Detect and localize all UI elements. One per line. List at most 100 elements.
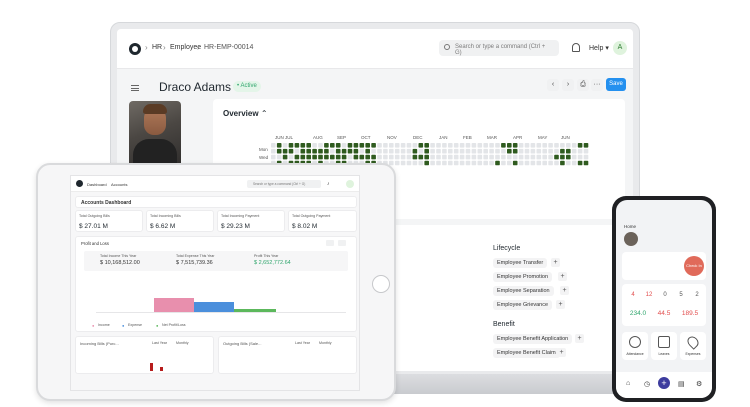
heatmap-cell[interactable]	[389, 143, 394, 148]
heatmap-cell[interactable]	[566, 148, 571, 154]
heatmap-cell[interactable]	[430, 160, 435, 166]
heatmap-cell[interactable]	[300, 143, 306, 148]
help-menu[interactable]: Help ▾	[589, 44, 609, 52]
heatmap-cell[interactable]	[542, 160, 547, 166]
checkin-button[interactable]: Check In	[684, 256, 704, 276]
heatmap-cell[interactable]	[377, 154, 382, 160]
add-action-button[interactable]: +	[658, 377, 670, 389]
heatmap-cell[interactable]	[548, 160, 553, 166]
notification-bell-icon[interactable]: ♪	[327, 181, 330, 187]
heatmap-cell[interactable]	[400, 148, 406, 154]
heatmap-cell[interactable]	[571, 143, 577, 148]
heatmap-cell[interactable]	[536, 154, 542, 160]
heatmap-cell[interactable]	[459, 143, 465, 148]
heatmap-cell[interactable]	[571, 160, 577, 166]
heatmap-cell[interactable]	[530, 160, 536, 166]
heatmap-cell[interactable]	[418, 160, 424, 166]
breadcrumb-hr[interactable]: HR	[152, 44, 162, 51]
heatmap-cell[interactable]	[436, 143, 441, 148]
heatmap-cell[interactable]	[383, 143, 388, 148]
heatmap-cell[interactable]	[518, 143, 524, 148]
heatmap-cell[interactable]	[312, 143, 317, 148]
more-icon[interactable]	[338, 240, 346, 246]
heatmap-cell[interactable]	[389, 148, 394, 154]
employee-photo[interactable]	[129, 101, 181, 167]
heatmap-cell[interactable]	[501, 148, 506, 154]
heatmap-cell[interactable]	[365, 143, 370, 148]
heatmap-cell[interactable]	[465, 154, 471, 160]
heatmap-cell[interactable]	[524, 154, 530, 160]
heatmap-cell[interactable]	[560, 143, 565, 148]
heatmap-cell[interactable]	[507, 143, 512, 148]
bill-bar[interactable]	[160, 367, 163, 371]
heatmap-cell[interactable]	[566, 154, 571, 160]
heatmap-cell[interactable]	[389, 154, 394, 160]
heatmap-cell[interactable]	[548, 143, 553, 148]
heatmap-cell[interactable]	[347, 143, 353, 148]
heatmap-cell[interactable]	[489, 154, 494, 160]
heatmap-cell[interactable]	[412, 160, 418, 166]
heatmap-cell[interactable]	[453, 160, 459, 166]
heatmap-cell[interactable]	[430, 148, 435, 154]
legend-expense[interactable]: Expense	[128, 323, 142, 327]
legend-net-profit[interactable]: Net Profit/Loss	[162, 323, 186, 327]
user-avatar[interactable]: A	[613, 41, 627, 55]
heatmap-cell[interactable]	[312, 154, 317, 160]
heatmap-cell[interactable]	[418, 148, 424, 154]
clock-tab-icon[interactable]: ◷	[644, 380, 650, 388]
add-icon[interactable]: +	[560, 286, 569, 295]
more-actions-icon[interactable]: ···	[591, 79, 603, 91]
heatmap-cell[interactable]	[359, 154, 365, 160]
heatmap-cell[interactable]	[495, 148, 500, 154]
heatmap-cell[interactable]	[330, 143, 335, 148]
heatmap-cell[interactable]	[294, 154, 300, 160]
kpi-card[interactable]: Total Incoming Bills $ 6.62 M	[146, 210, 214, 232]
heatmap-cell[interactable]	[335, 148, 341, 154]
heatmap-cell[interactable]	[359, 148, 365, 154]
heatmap-cell[interactable]	[276, 143, 282, 148]
heatmap-cell[interactable]	[442, 154, 447, 160]
heatmap-cell[interactable]	[501, 154, 506, 160]
heatmap-cell[interactable]	[524, 160, 530, 166]
filter-dropdown[interactable]: Last Year	[152, 341, 167, 345]
heatmap-cell[interactable]	[507, 160, 512, 166]
heatmap-cell[interactable]	[400, 160, 406, 166]
heatmap-cell[interactable]	[507, 148, 512, 154]
heatmap-cell[interactable]	[418, 143, 424, 148]
heatmap-cell[interactable]	[542, 148, 547, 154]
list-tab-icon[interactable]: ▤	[678, 380, 685, 388]
add-icon[interactable]: +	[558, 272, 567, 281]
refresh-icon[interactable]	[326, 240, 334, 246]
heatmap-cell[interactable]	[477, 154, 483, 160]
link-employee-promotion[interactable]: Employee Promotion	[493, 272, 553, 282]
heatmap-cell[interactable]	[424, 148, 429, 154]
heatmap-cell[interactable]	[288, 143, 294, 148]
tile-leaves[interactable]: Leaves	[651, 332, 677, 360]
heatmap-cell[interactable]	[530, 154, 536, 160]
heatmap-cell[interactable]	[459, 160, 465, 166]
income-bar[interactable]	[154, 298, 194, 312]
heatmap-cell[interactable]	[577, 160, 583, 166]
heatmap-cell[interactable]	[276, 154, 282, 160]
heatmap-cell[interactable]	[424, 154, 429, 160]
heatmap-cell[interactable]	[518, 160, 524, 166]
notification-bell-icon[interactable]	[572, 43, 580, 52]
heatmap-cell[interactable]	[554, 154, 559, 160]
prev-record-button[interactable]: ‹	[547, 79, 559, 91]
add-icon[interactable]: +	[556, 300, 565, 309]
user-avatar[interactable]	[624, 232, 638, 246]
heatmap-cell[interactable]	[501, 160, 506, 166]
heatmap-cell[interactable]	[577, 154, 583, 160]
link-benefit-claim[interactable]: Employee Benefit Claim	[493, 348, 560, 358]
heatmap-cell[interactable]	[548, 154, 553, 160]
heatmap-cell[interactable]	[489, 160, 494, 166]
heatmap-cell[interactable]	[335, 154, 341, 160]
heatmap-cell[interactable]	[483, 143, 488, 148]
heatmap-cell[interactable]	[554, 160, 559, 166]
app-logo-icon[interactable]	[129, 43, 141, 55]
heatmap-cell[interactable]	[554, 148, 559, 154]
heatmap-cell[interactable]	[536, 160, 542, 166]
heatmap-cell[interactable]	[459, 154, 465, 160]
heatmap-cell[interactable]	[501, 143, 506, 148]
heatmap-cell[interactable]	[406, 148, 412, 154]
